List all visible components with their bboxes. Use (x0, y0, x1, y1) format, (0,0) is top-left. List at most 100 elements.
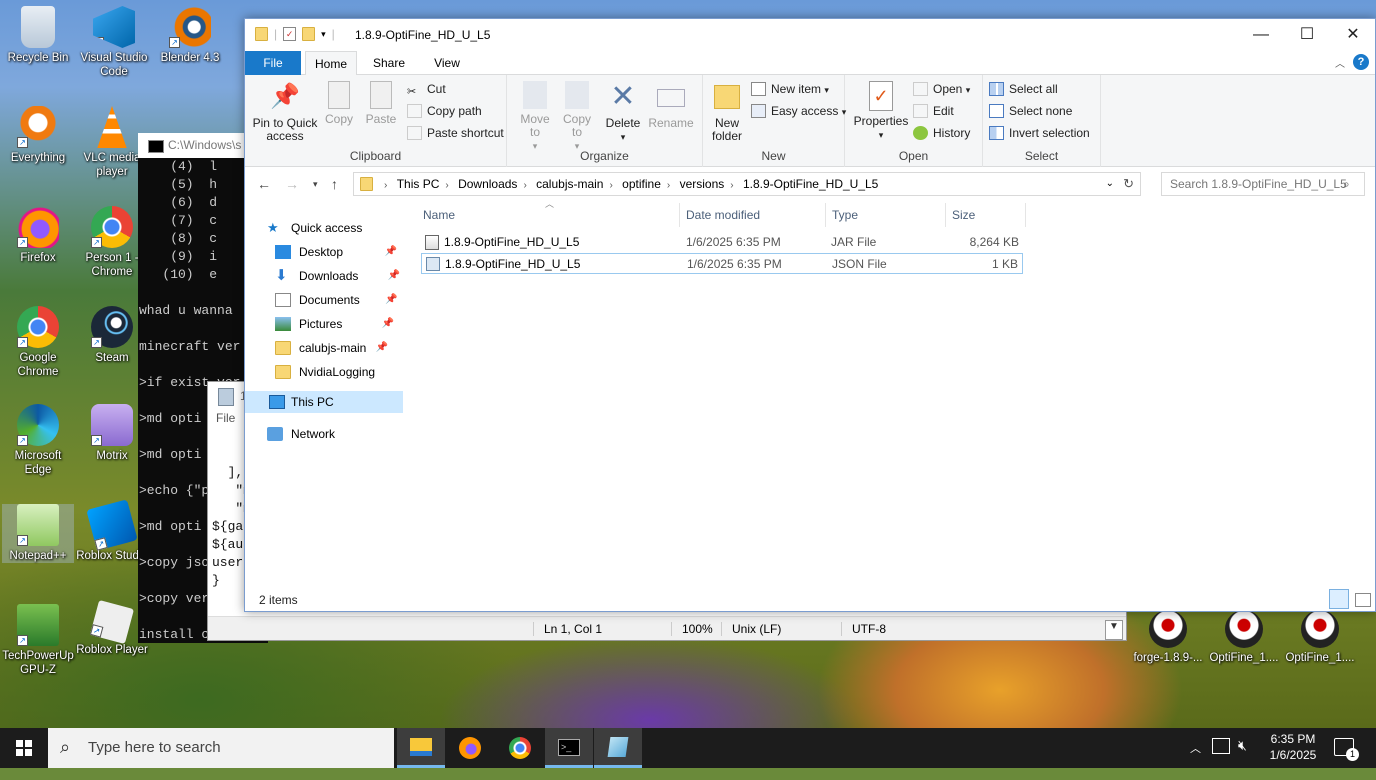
breadcrumb-versions[interactable]: versions (680, 173, 725, 195)
desktop-icon-notepadpp[interactable]: ↗ Notepad++ (2, 504, 74, 563)
taskbar-notepad[interactable] (594, 728, 642, 768)
recent-locations-chevron-icon[interactable]: ▾ (313, 179, 318, 190)
file-name: 1.8.9-OptiFine_HD_U_L5 (444, 235, 580, 249)
details-view-icon[interactable] (1329, 589, 1349, 609)
network-icon (267, 427, 283, 441)
back-arrow-icon[interactable]: ← (257, 176, 271, 192)
invert-selection-button[interactable]: Invert selection (989, 123, 1090, 143)
forward-arrow-icon[interactable]: → (285, 176, 299, 192)
tab-view[interactable]: View (421, 51, 473, 75)
search-input[interactable]: Search 1.8.9-OptiFine_HD_U_L5 (1161, 172, 1365, 196)
organize-group: Move to ▾ Copy to ▾ ✕ Delete ▾ Rename Organ… (507, 75, 703, 167)
properties-qat-icon[interactable]: ✓ (283, 27, 297, 41)
desktop-icon-recycle-bin[interactable]: Recycle Bin (2, 6, 74, 65)
window-title: 1.8.9-OptiFine_HD_U_L5 (355, 28, 491, 42)
tab-file[interactable]: File (245, 51, 301, 75)
new-item-button[interactable]: New item ▾ (751, 79, 829, 99)
network-status-icon[interactable] (1212, 738, 1230, 754)
properties-button[interactable]: ✓ Properties ▾ (851, 81, 911, 142)
qat-dropdown-icon[interactable]: ▾ (321, 29, 326, 40)
large-icons-view-icon[interactable] (1355, 593, 1371, 607)
open-button[interactable]: Open ▾ (913, 79, 970, 99)
refresh-icon[interactable]: ↻ (1123, 173, 1134, 195)
column-size[interactable]: Size (952, 205, 975, 225)
status-item-count: 2 items (259, 593, 298, 607)
breadcrumb-this-pc[interactable]: This PC (397, 173, 440, 195)
breadcrumb-downloads[interactable]: Downloads (458, 173, 517, 195)
cut-button[interactable]: ✂ Cut (407, 79, 446, 99)
start-button[interactable] (0, 728, 48, 768)
file-row[interactable]: 1.8.9-OptiFine_HD_U_L5 1/6/2025 6:35 PM … (421, 232, 1023, 253)
show-hidden-icons-icon[interactable]: ︿ (1190, 740, 1201, 780)
nav-pictures[interactable]: Pictures 📌 (275, 313, 394, 335)
file-explorer-window[interactable]: | ✓ ▾ | 1.8.9-OptiFine_HD_U_L5 — ☐ ✕ Fil… (244, 18, 1376, 612)
copy-path-button[interactable]: Copy path (407, 101, 482, 121)
volume-muted-icon[interactable]: 🔇︎ (1238, 737, 1247, 777)
edit-icon (913, 104, 928, 118)
desktop-icon-optifine-jar-2[interactable]: OptiFine_1.... (1284, 610, 1356, 665)
column-date-modified[interactable]: Date modified (686, 205, 760, 225)
delete-button[interactable]: ✕ Delete ▾ (603, 81, 643, 144)
copy-button[interactable]: Copy (321, 81, 357, 126)
nav-network[interactable]: Network (267, 423, 335, 445)
taskbar-command-prompt[interactable]: >_ (545, 728, 593, 768)
breadcrumb-calubjs-main[interactable]: calubjs-main (536, 173, 603, 195)
desktop-icon-everything[interactable]: ↗ Everything (2, 106, 74, 165)
up-arrow-icon[interactable]: ↑ (331, 176, 338, 192)
tab-share[interactable]: Share (363, 51, 415, 75)
ribbon-collapse-icon[interactable]: ︿ (1335, 55, 1345, 70)
nav-downloads[interactable]: ⬇ Downloads 📌 (275, 265, 400, 287)
new-folder-button[interactable]: New folder (707, 81, 747, 143)
tab-home[interactable]: Home (305, 51, 357, 76)
desktop-icon-optifine-jar-1[interactable]: OptiFine_1.... (1208, 610, 1280, 665)
help-icon[interactable]: ? (1353, 54, 1369, 70)
nav-documents[interactable]: Documents 📌 (275, 289, 398, 311)
column-name[interactable]: Name (423, 205, 455, 225)
desktop-icon-blender[interactable]: ↗ Blender 4.3 (154, 6, 226, 65)
select-all-button[interactable]: Select all (989, 79, 1058, 99)
desktop-icon-gpuz[interactable]: ↗ TechPowerUp GPU-Z (2, 604, 74, 677)
taskbar-file-explorer[interactable] (397, 728, 445, 768)
nav-calubjs-main[interactable]: calubjs-main 📌 (275, 337, 388, 359)
new-folder-qat-icon[interactable] (302, 27, 316, 41)
address-box[interactable]: › This PC › Downloads › calubjs-main › opti… (353, 172, 1141, 196)
desktop-icon-chrome[interactable]: ↗ Google Chrome (2, 306, 74, 379)
rename-button[interactable]: Rename (647, 81, 695, 130)
delete-x-icon: ✕ (610, 80, 636, 113)
paste-shortcut-button[interactable]: Paste shortcut (407, 123, 504, 143)
select-none-button[interactable]: Select none (989, 101, 1072, 121)
nav-quick-access[interactable]: ★ Quick access (267, 217, 362, 239)
desktop-icon-edge[interactable]: ↗ Microsoft Edge (2, 404, 74, 477)
pin-quick-access-button[interactable]: 📌 Pin to Quick access (251, 81, 319, 143)
column-type[interactable]: Type (832, 205, 858, 225)
taskbar-search-input[interactable]: Type here to search (48, 728, 394, 768)
nav-this-pc[interactable]: This PC (245, 391, 403, 413)
taskbar-firefox[interactable] (446, 728, 494, 768)
notification-center-icon[interactable]: 1 (1334, 738, 1359, 761)
address-dropdown-icon[interactable]: ⌄ (1106, 173, 1114, 195)
scroll-down-button[interactable]: ▼ (1105, 620, 1123, 640)
breadcrumb-optifine[interactable]: optifine (622, 173, 661, 195)
edit-button[interactable]: Edit (913, 101, 954, 121)
paste-icon (370, 81, 392, 109)
title-bar[interactable]: | ✓ ▾ | 1.8.9-OptiFine_HD_U_L5 — ☐ ✕ (245, 19, 1375, 51)
easy-access-button[interactable]: Easy access ▾ (751, 101, 846, 121)
clock-date: 1/6/2025 (1269, 748, 1317, 762)
close-button[interactable]: ✕ (1330, 19, 1376, 51)
file-row-selected[interactable]: 1.8.9-OptiFine_HD_U_L5 1/6/2025 6:35 PM … (421, 253, 1023, 274)
taskbar-chrome[interactable] (496, 728, 544, 768)
history-button[interactable]: History (913, 123, 970, 143)
desktop-icon-firefox[interactable]: ↗ Firefox (2, 206, 74, 265)
breadcrumb-current-folder[interactable]: 1.8.9-OptiFine_HD_U_L5 (743, 173, 878, 195)
move-to-button[interactable]: Move to ▾ (517, 81, 553, 153)
notepadpp-icon: ↗ (17, 504, 59, 546)
taskbar-clock[interactable]: 6:35 PM 1/6/2025 (1262, 731, 1324, 763)
nav-nvidialogging[interactable]: NvidiaLogging (275, 361, 375, 383)
nav-desktop[interactable]: Desktop 📌 (275, 241, 397, 263)
maximize-button[interactable]: ☐ (1284, 19, 1330, 51)
desktop-icon-forge-jar[interactable]: forge-1.8.9-... (1132, 610, 1204, 665)
copy-to-button[interactable]: Copy to ▾ (559, 81, 595, 153)
paste-button[interactable]: Paste (363, 81, 399, 126)
minimize-button[interactable]: — (1238, 19, 1284, 51)
desktop-icon-vscode[interactable]: ↗ Visual Studio Code (78, 6, 150, 79)
